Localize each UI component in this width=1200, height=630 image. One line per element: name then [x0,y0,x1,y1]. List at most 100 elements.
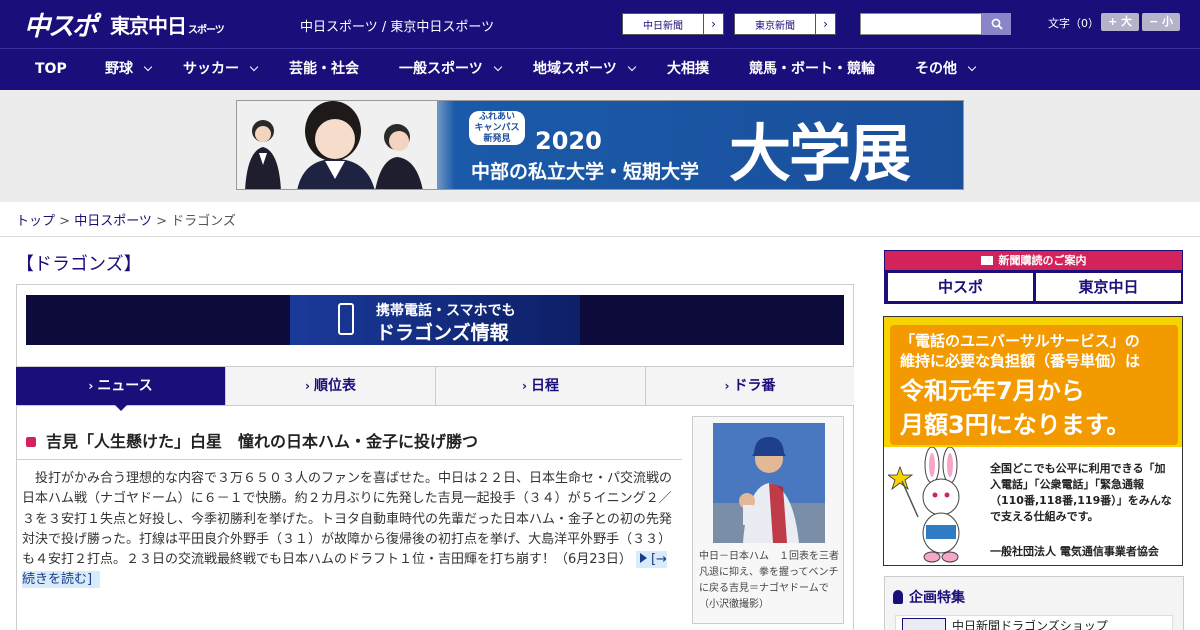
banner-badge-line: ふれあい [478,112,515,122]
banner-badge-line: 新発見 [483,134,511,144]
feature-heading-row: 企画特集 [893,587,965,607]
article-title-row[interactable]: 吉見「人生懸けた」白星 憧れの日本ハム・金子に投げ勝つ [26,428,478,452]
search-button[interactable] [982,13,1011,35]
article-body: 投打がかみ合う理想的な内容で３万６５０３人のファンを喜ばせた。中日は２２日、日本… [22,471,673,568]
breadcrumb-separator: > [151,214,172,229]
search-input[interactable] [860,13,982,35]
chevron-down-icon [627,62,636,72]
universal-service-body-box: 全国どこでも公平に利用できる「加入電話」「公衆電話」「緊急通報（110番,118… [884,447,1182,565]
site-header: 中スポ 東京中日 スポーツ 中日スポーツ / 東京中日スポーツ 中日新聞 › 東京… [0,0,1200,48]
universal-line4: 月額3円になります。 [900,411,1131,439]
nav-item-label: 大相撲 [667,61,709,77]
nav-item-label: 野球 [105,61,133,77]
nav-item-regional-sports[interactable]: 地域スポーツ [533,49,636,90]
nav-item-baseball[interactable]: 野球 [105,49,153,90]
chunichi-shimbun-label: 中日新聞 [643,20,683,32]
banner-badge: ふれあい キャンパス 新発見 [469,111,525,145]
banner-year: 2020 [535,127,602,155]
pitcher-photo-illustration [713,423,825,543]
universal-line2: 維持に必要な負担額（番号単価）は [900,352,1141,370]
banner-badge-line: キャンパス [474,123,520,133]
tokyo-chunichi-logo[interactable]: 東京中日 スポーツ [110,10,225,39]
feature-item-label: 中日新聞ドラゴンズショップ [952,619,1108,630]
mobile-info-banner[interactable]: 携帯電話・スマホでも ドラゴンズ情報 [26,295,844,345]
banner-headline: 大学展 [729,117,911,190]
tab-schedule[interactable]: › 日程 [436,367,646,405]
chevron-right-icon: › [724,379,730,393]
play-icon [639,553,647,564]
site-title: 中日スポーツ / 東京中日スポーツ [300,20,495,35]
breadcrumb-current: ドラゴンズ [171,214,236,229]
chuspo-logo[interactable]: 中スポ [24,6,98,43]
nav-item-label: その他 [915,61,957,77]
font-size-label: 文字（0） [1048,17,1099,30]
chevron-right-icon: › [305,379,310,393]
tab-standings[interactable]: › 順位表 [226,367,436,405]
tab-label: 日程 [530,378,559,394]
font-smaller-button[interactable]: − 小 [1142,13,1180,31]
tab-label: 順位表 [313,378,356,394]
banner-subtitle: 中部の私立大学・短期大学 [471,161,700,183]
chevron-down-icon [493,62,502,72]
nav-item-sumo[interactable]: 大相撲 [667,49,709,90]
photo-caption: 中日－日本ハム １回表を三者凡退に抑え、拳を握ってベンチに戻る吉見＝ナゴヤドーム… [699,551,839,610]
chevron-down-icon [143,62,153,72]
font-larger-button[interactable]: + 大 [1101,13,1139,31]
divider [0,236,1200,237]
breadcrumb-section[interactable]: 中日スポーツ [74,214,152,229]
nav-item-label: 競馬・ボート・競輪 [749,61,875,77]
tab-label: ドラ番 [733,378,776,394]
shop-thumbnail-icon [902,618,946,630]
bullet-icon [26,437,36,447]
subscribe-tokyo-chunichi-button[interactable]: 東京中日 [1036,273,1181,301]
tab-news[interactable]: › ニュース [16,367,226,405]
breadcrumb: トップ > 中日スポーツ > ドラゴンズ [16,210,236,229]
chevron-right-icon: › [88,379,94,393]
breadcrumb-separator: > [55,214,75,229]
universal-line1: 「電話のユニバーサルサービス」の [900,332,1140,350]
page-title: 【ドラゴンズ】 [16,254,142,275]
article-title: 吉見「人生懸けた」白星 憧れの日本ハム・金子に投げ勝つ [46,432,479,451]
nav-item-racing[interactable]: 競馬・ボート・競輪 [749,49,875,90]
universal-service-ad[interactable]: 「電話のユニバーサルサービス」の 維持に必要な負担額（番号単価）は 令和元年7月… [883,316,1183,566]
phone-icon [338,303,354,335]
chevron-down-icon [967,62,977,72]
mobile-banner-line2: ドラゴンズ情報 [376,322,509,344]
nav-item-entertainment[interactable]: 芸能・社会 [289,49,359,90]
nav-item-label: 一般スポーツ [399,61,483,77]
mobile-banner-inner: 携帯電話・スマホでも ドラゴンズ情報 [290,295,580,345]
subscription-box: 新聞購読のご案内 中スポ 東京中日 [884,250,1183,304]
breadcrumb-top[interactable]: トップ [16,214,55,229]
feature-heading: 企画特集 [909,590,965,606]
nav-item-others[interactable]: その他 [915,49,977,90]
nav-item-label: サッカー [183,61,239,77]
subscription-header-label: 新聞購読のご案内 [998,254,1087,267]
nav-item-soccer[interactable]: サッカー [183,49,259,90]
university-fair-banner[interactable]: ふれあい キャンパス 新発見 2020 中部の私立大学・短期大学 大学展 [236,100,964,190]
universal-body: 全国どこでも公平に利用できる「加入電話」「公衆電話」「緊急通報（110番,118… [990,462,1172,523]
article-photo[interactable] [713,423,825,543]
tokyo-shimbun-label: 東京新聞 [755,20,795,32]
tab-dora-ban[interactable]: › ドラ番 [646,367,854,405]
mobile-banner-line1: 携帯電話・スマホでも [376,303,516,319]
subscribe-chuspo-button[interactable]: 中スポ [888,273,1033,301]
chevron-right-icon: › [522,379,527,393]
nav-item-general-sports[interactable]: 一般スポーツ [399,49,502,90]
medal-icon [893,590,903,604]
universal-org: 一般社団法人 電気通信事業者協会 [990,545,1159,558]
tab-label: ニュース [97,378,153,394]
nav-item-top[interactable]: TOP [35,49,67,90]
ad-banner-area: ふれあい キャンパス 新発見 2020 中部の私立大学・短期大学 大学展 [0,90,1200,202]
universal-line3: 令和元年7月から [900,377,1085,405]
nav-item-label: 芸能・社会 [289,61,359,77]
feature-item-dragons-shop[interactable]: 中日新聞ドラゴンズショップ [895,615,1173,630]
subscription-header: 新聞購読のご案内 [885,251,1182,270]
article-body-block: 投打がかみ合う理想的な内容で３万６５０３人のファンを喜ばせた。中日は２２日、日本… [22,469,676,591]
tokyo-chunichi-logo-text: 東京中日 [110,14,187,38]
nav-item-label: TOP [35,61,67,77]
chunichi-shimbun-button[interactable]: 中日新聞 › [622,13,724,35]
article-photo-box: 中日－日本ハム １回表を三者凡退に抑え、拳を握ってベンチに戻る吉見＝ナゴヤドーム… [692,416,844,624]
nav-item-label: 地域スポーツ [533,61,617,77]
tokyo-shimbun-button[interactable]: 東京新聞 › [734,13,836,35]
main-nav: TOP 野球 サッカー 芸能・社会 一般スポーツ 地域スポーツ 大相撲 競馬・ボ… [0,48,1200,90]
